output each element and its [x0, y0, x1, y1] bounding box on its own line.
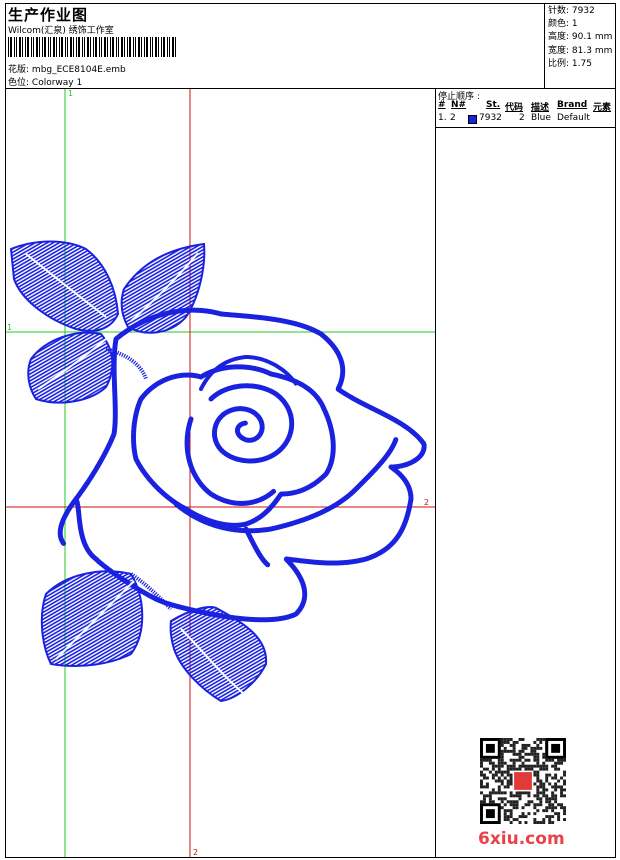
stat-scale: 比例: 1.75: [548, 58, 592, 69]
file-info: 花版: mbg_ECE8104E.emb: [8, 62, 126, 75]
table-bottom-rule: [436, 127, 616, 128]
cell-brand: Default: [557, 113, 590, 123]
cell-code: 2: [519, 113, 525, 123]
colorway-label: 色位:: [8, 78, 30, 88]
red-guide-label-bottom: 2: [193, 848, 198, 857]
rose-center-spiral: [208, 383, 295, 464]
cell-needle: 2: [450, 113, 456, 123]
sidebar-divider: [435, 88, 436, 858]
col-element: 元素: [593, 103, 612, 113]
embroidery-design: 1 1 2 2: [6, 89, 435, 857]
col-brand: Brand: [557, 100, 588, 110]
stat-stitches: 针数: 7932: [548, 6, 595, 16]
stat-height: 高度: 90.1 mm: [548, 32, 613, 43]
colorway-info: 色位: Colorway 1: [8, 75, 82, 88]
rose-stem-curl: [57, 496, 79, 547]
color-swatch: [468, 115, 477, 124]
cell-description: Blue: [531, 113, 551, 123]
stats-divider: [544, 3, 545, 88]
leaf-top-left: [9, 240, 120, 332]
stat-width: 宽度: 81.3 mm: [548, 45, 613, 56]
colorway-value: Colorway 1: [31, 78, 83, 88]
design-stats: 针数: 7932 颜色: 1 高度: 90.1 mm 宽度: 81.3 mm 比…: [548, 5, 612, 71]
leaf-bottom-left: [40, 570, 144, 667]
qr-code: [480, 738, 566, 824]
green-guide-label-left: 1: [7, 323, 12, 332]
file-label: 花版:: [8, 65, 30, 75]
rose-bottom-petal-2: [243, 526, 271, 568]
leaf-top-right: [120, 242, 206, 334]
col-index: #: [438, 100, 446, 110]
table-row[interactable]: 1. 2 7932 2 Blue Default: [437, 113, 616, 126]
rose-bottom-petal: [173, 436, 399, 534]
col-code: 代码: [505, 103, 524, 113]
sheet-title: 生产作业图: [8, 6, 89, 24]
stat-colors: 颜色: 1: [548, 19, 578, 30]
cell-index: 1.: [438, 113, 447, 123]
leaf-mid-left: [27, 331, 114, 404]
table-header: # N# St. 代码 描述 Brand 元素: [437, 100, 616, 113]
barcode: [8, 37, 176, 57]
green-guide-label-top: 1: [68, 89, 73, 98]
cell-stitches: 7932: [479, 113, 502, 123]
col-needle: N#: [451, 100, 467, 110]
watermark-logo: 6xiu.com: [478, 829, 565, 849]
company-name: Wilcom(汇泉) 绣饰工作室: [8, 26, 114, 36]
red-guide-label-right: 2: [424, 498, 429, 507]
stop-sequence-table: # N# St. 代码 描述 Brand 元素 1. 2 7932 2 Blue…: [437, 100, 616, 126]
file-name: mbg_ECE8104E.emb: [31, 65, 126, 75]
col-stitches: St.: [486, 100, 501, 110]
col-description: 描述: [531, 103, 550, 113]
